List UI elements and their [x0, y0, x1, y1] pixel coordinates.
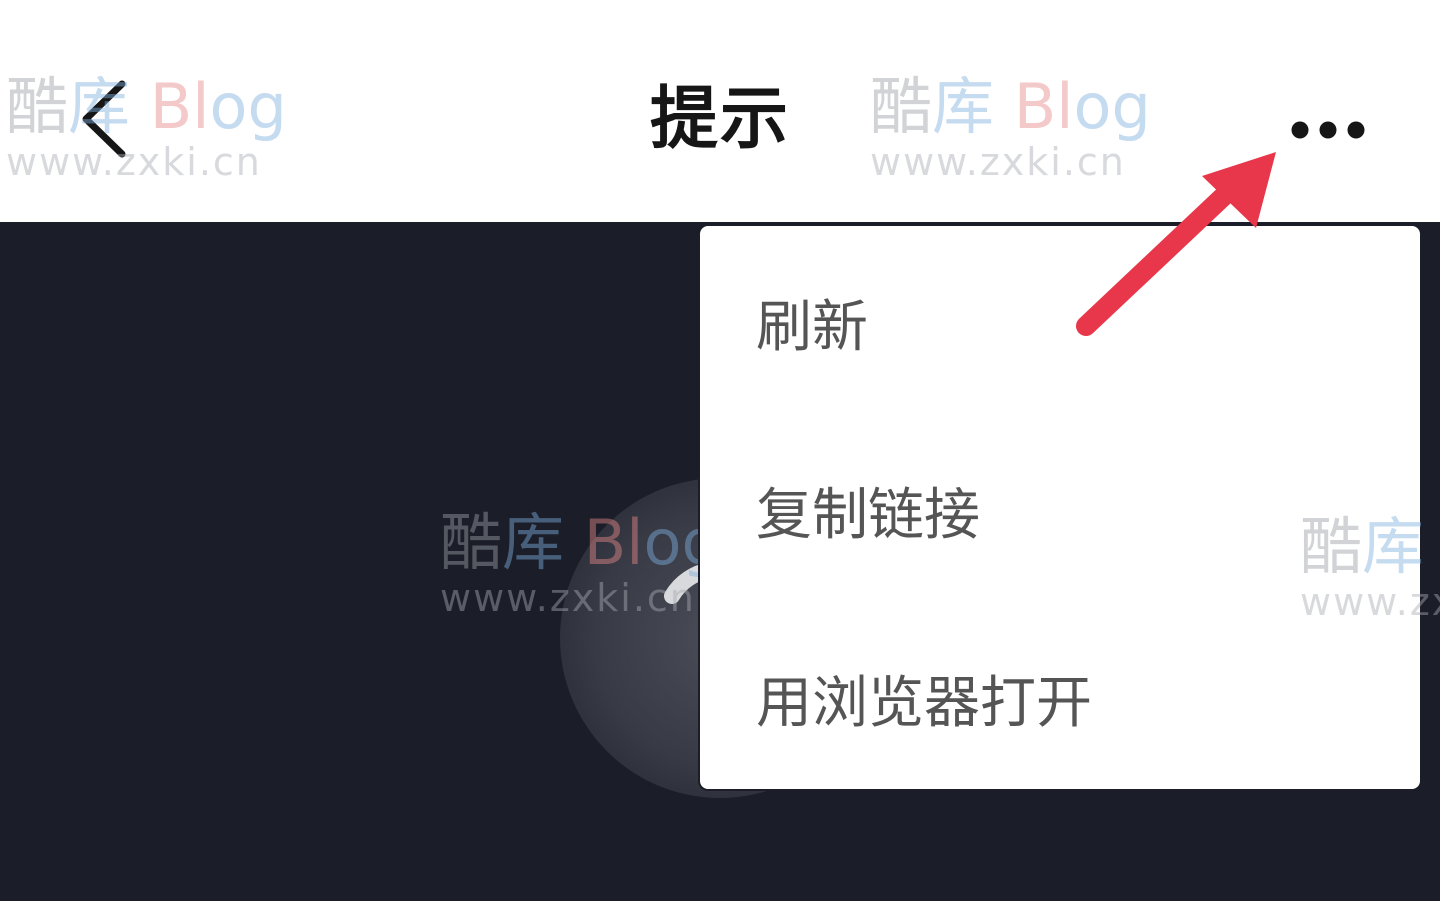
top-navigation-bar: 提示: [0, 0, 1440, 222]
more-horizontal-icon: [1291, 121, 1365, 139]
chevron-left-icon: [82, 80, 126, 158]
more-options-menu: 刷新 复制链接 用浏览器打开: [700, 226, 1420, 789]
menu-item-copy-link[interactable]: 复制链接: [700, 450, 1420, 570]
more-options-button[interactable]: [1282, 108, 1374, 152]
back-button[interactable]: [70, 72, 140, 166]
menu-item-refresh[interactable]: 刷新: [700, 262, 1420, 382]
page-title: 提示: [649, 80, 790, 159]
menu-item-open-in-browser[interactable]: 用浏览器打开: [700, 638, 1420, 758]
